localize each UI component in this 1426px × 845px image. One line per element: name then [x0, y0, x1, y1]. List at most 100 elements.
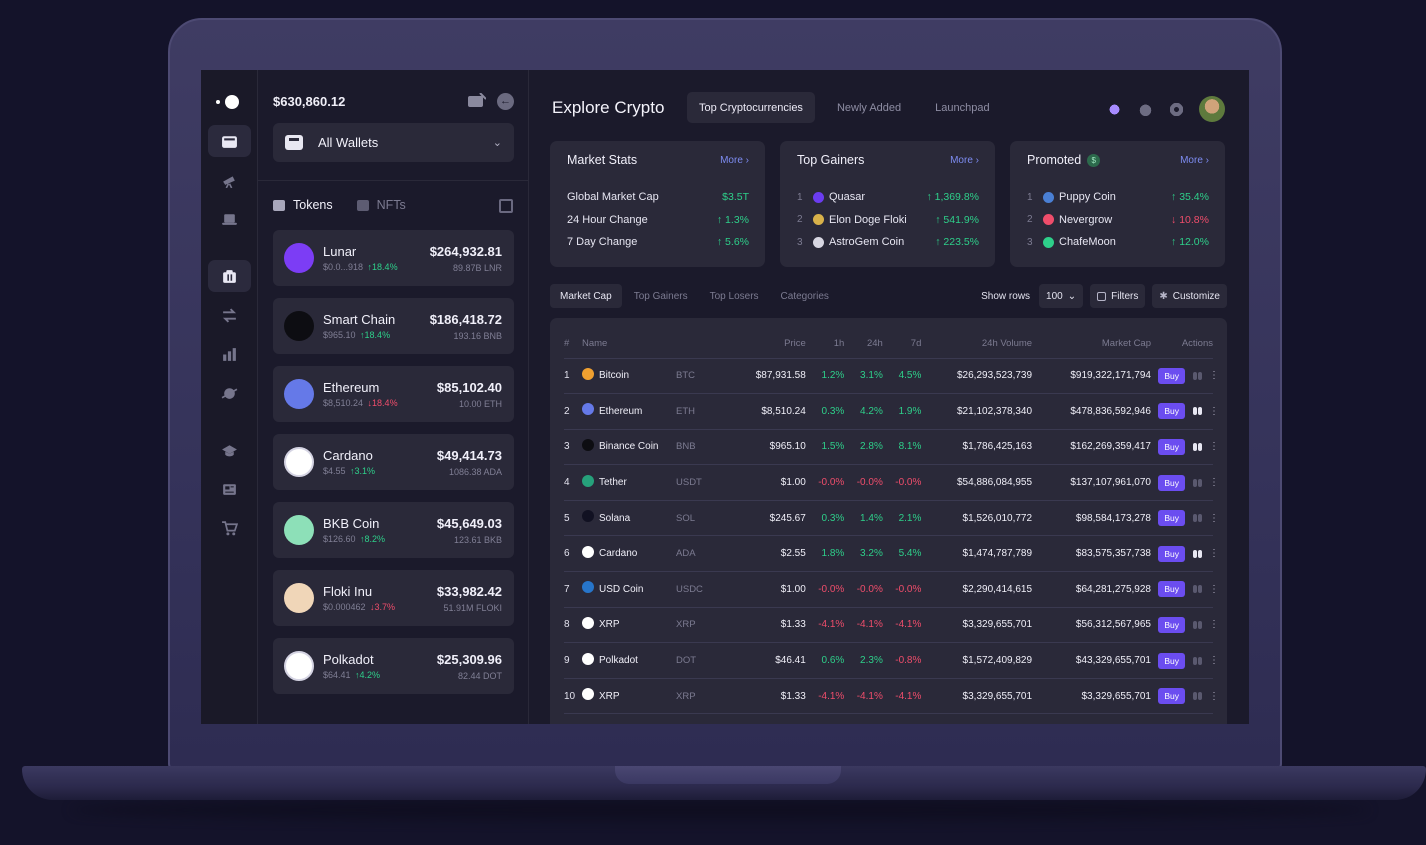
promoted-more-link[interactable]: More ›: [1180, 155, 1209, 166]
table-row[interactable]: 2 Ethereum ETH $8,510.24 0.3% 4.2% 1.9% $21,102…: [564, 393, 1219, 430]
user-avatar[interactable]: [1199, 96, 1225, 122]
more-options-icon[interactable]: ⋮: [1209, 619, 1219, 630]
table-row[interactable]: 8 XRP XRP $1.33 -4.1% -4.1% -4.1% $3,329,655,70…: [564, 607, 1219, 644]
table-row[interactable]: 6 Cardano ADA $2.55 1.8% 3.2% 5.4% $1,474,787,7…: [564, 535, 1219, 573]
token-card[interactable]: Cardano $4.55 ↑3.1% $49,414.73 1086.38 ADA: [273, 434, 514, 490]
tab-nfts[interactable]: NFTs: [356, 198, 406, 212]
gainer-row[interactable]: 3 AstroGem Coin ↑ 223.5%: [797, 231, 979, 254]
promoted-row[interactable]: 3 ChafeMoon ↑ 12.0%: [1027, 231, 1209, 254]
watchlist-icon[interactable]: [1193, 407, 1203, 416]
col-header[interactable]: 24h: [844, 330, 883, 359]
more-options-icon[interactable]: ⋮: [1209, 513, 1219, 524]
watchlist-icon[interactable]: [1193, 620, 1203, 629]
tab-top-losers[interactable]: Top Losers: [700, 284, 769, 308]
buy-button[interactable]: Buy: [1158, 545, 1185, 562]
watchlist-icon[interactable]: [1193, 549, 1203, 558]
coin-name-text[interactable]: XRP: [599, 619, 620, 630]
tab-top-gainers[interactable]: Top Gainers: [624, 284, 698, 308]
gainer-row[interactable]: 2 Elon Doge Floki ↑ 541.9%: [797, 209, 979, 232]
top-gainers-more-link[interactable]: More ›: [950, 155, 979, 166]
col-header[interactable]: Price: [732, 330, 806, 359]
watchlist-icon[interactable]: [1193, 656, 1203, 665]
token-card[interactable]: BKB Coin $126.60 ↑8.2% $45,649.03 123.61 BK…: [273, 502, 514, 558]
table-row[interactable]: 7 USD Coin USDC $1.00 -0.0% -0.0% -0.0% $2,290,…: [564, 571, 1219, 608]
more-options-icon[interactable]: ⋮: [1209, 441, 1219, 452]
tab-categories[interactable]: Categories: [771, 284, 839, 308]
collapse-icon[interactable]: ←: [497, 93, 514, 110]
expand-icon[interactable]: [499, 199, 513, 213]
chart-nav-icon[interactable]: [208, 338, 251, 370]
tab-launchpad[interactable]: Launchpad: [923, 92, 1001, 123]
more-options-icon[interactable]: ⋮: [1209, 655, 1219, 666]
planet-nav-icon[interactable]: [208, 377, 251, 409]
coin-name-text[interactable]: Ethereum: [599, 406, 642, 417]
buy-button[interactable]: Buy: [1158, 616, 1185, 633]
coin-name-text[interactable]: Binance Coin: [599, 441, 658, 452]
col-header[interactable]: 24h Volume: [921, 330, 1033, 359]
more-options-icon[interactable]: ⋮: [1209, 370, 1219, 381]
buy-button[interactable]: Buy: [1158, 438, 1185, 455]
gainer-row[interactable]: 1 Quasar ↑ 1,369.8%: [797, 186, 979, 209]
promoted-row[interactable]: 2 Nevergrow ↓ 10.8%: [1027, 209, 1209, 232]
table-row[interactable]: 4 Tether USDT $1.00 -0.0% -0.0% -0.0% $54,886,0…: [564, 464, 1219, 501]
swap-nav-icon[interactable]: [208, 299, 251, 331]
show-rows-select[interactable]: 100 ⌄: [1039, 284, 1084, 308]
buy-button[interactable]: Buy: [1158, 688, 1185, 705]
market-stats-more-link[interactable]: More ›: [720, 155, 749, 166]
gear-icon[interactable]: [1168, 100, 1185, 118]
buy-button[interactable]: Buy: [1158, 403, 1185, 420]
tab-tokens[interactable]: Tokens: [273, 198, 333, 212]
col-header[interactable]: 7d: [882, 330, 922, 359]
news-nav-icon[interactable]: [208, 473, 251, 505]
watchlist-icon[interactable]: [1193, 371, 1203, 380]
token-card[interactable]: Smart Chain $965.10 ↑18.4% $186,418.72 193.…: [273, 298, 514, 354]
app-logo[interactable]: [216, 94, 246, 110]
buy-button[interactable]: Buy: [1158, 474, 1185, 491]
ai-assistant-icon[interactable]: [1106, 100, 1123, 118]
wallet-selector[interactable]: All Wallets ⌄: [273, 123, 514, 162]
table-row[interactable]: 9 Polkadot DOT $46.41 0.6% 2.3% -0.8% $1,572,40…: [564, 642, 1219, 679]
coin-name-text[interactable]: Polkadot: [599, 655, 638, 666]
portfolio-nav-icon[interactable]: [208, 260, 251, 292]
add-wallet-icon[interactable]: [468, 92, 487, 109]
table-row[interactable]: 10 XRP XRP $1.33 -4.1% -4.1% -4.1% $3,329,655,7…: [564, 678, 1219, 715]
coin-name-text[interactable]: Tether: [599, 477, 627, 488]
tab-newly-added[interactable]: Newly Added: [825, 92, 913, 123]
customize-button[interactable]: ✱ Customize: [1152, 284, 1227, 308]
col-header[interactable]: Market Cap: [1032, 330, 1151, 359]
watchlist-icon[interactable]: [1193, 692, 1203, 701]
learn-nav-icon[interactable]: [208, 434, 251, 466]
promoted-row[interactable]: 1 Puppy Coin ↑ 35.4%: [1027, 186, 1209, 209]
col-header[interactable]: Name: [582, 330, 732, 359]
token-card[interactable]: Floki Inu $0.000462 ↓3.7% $33,982.42 51.91M…: [273, 570, 514, 626]
table-row[interactable]: 3 Binance Coin BNB $965.10 1.5% 2.8% 8.1% $1,78…: [564, 429, 1219, 466]
cart-nav-icon[interactable]: [208, 512, 251, 544]
tab-top-cryptocurrencies[interactable]: Top Cryptocurrencies: [687, 92, 815, 123]
buy-button[interactable]: Buy: [1158, 652, 1185, 669]
token-card[interactable]: Lunar $0.0...918 ↑18.4% $264,932.81 89.87B …: [273, 230, 514, 286]
telescope-nav-icon[interactable]: [208, 163, 251, 195]
buy-button[interactable]: Buy: [1158, 367, 1185, 384]
watchlist-icon[interactable]: [1193, 585, 1203, 594]
col-header[interactable]: 1h: [805, 330, 845, 359]
coin-name-text[interactable]: Solana: [599, 513, 630, 524]
more-options-icon[interactable]: ⋮: [1209, 406, 1219, 417]
coin-name-text[interactable]: XRP: [599, 691, 620, 702]
coin-name-text[interactable]: Cardano: [599, 548, 637, 559]
bell-icon[interactable]: [1137, 100, 1154, 118]
more-options-icon[interactable]: ⋮: [1209, 477, 1219, 488]
watchlist-icon[interactable]: [1193, 514, 1203, 523]
wallet-nav-icon[interactable]: [208, 125, 251, 157]
watchlist-icon[interactable]: [1193, 442, 1203, 451]
tab-market-cap[interactable]: Market Cap: [550, 284, 622, 308]
filters-button[interactable]: Filters: [1090, 284, 1146, 308]
token-card[interactable]: Polkadot $64.41 ↑4.2% $25,309.96 82.44 DOT: [273, 638, 514, 694]
laptop-nav-icon[interactable]: [208, 203, 251, 235]
watchlist-icon[interactable]: [1193, 478, 1203, 487]
coin-name-text[interactable]: Bitcoin: [599, 370, 629, 381]
buy-button[interactable]: Buy: [1158, 581, 1185, 598]
more-options-icon[interactable]: ⋮: [1209, 548, 1219, 559]
more-options-icon[interactable]: ⋮: [1209, 691, 1219, 702]
table-row[interactable]: 5 Solana SOL $245.67 0.3% 1.4% 2.1% $1,526,010,…: [564, 500, 1219, 537]
buy-button[interactable]: Buy: [1158, 510, 1185, 527]
